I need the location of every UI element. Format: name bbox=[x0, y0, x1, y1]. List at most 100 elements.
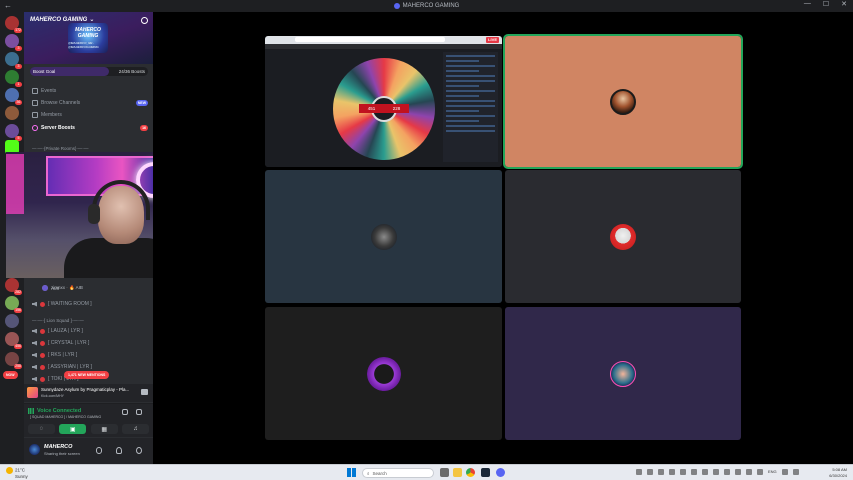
mic-icon[interactable] bbox=[96, 447, 102, 454]
voice-channel-name[interactable]: [ SQUAD MAHERCO ] / MAHERCO GAMING bbox=[30, 415, 101, 419]
weather-widget[interactable]: 21°C Sunny bbox=[6, 467, 28, 480]
tray-icon[interactable] bbox=[735, 469, 741, 475]
tray-icon[interactable] bbox=[702, 469, 708, 475]
channel-label: [ CRYSTAL | LYR ] bbox=[48, 340, 90, 346]
tray-icon[interactable] bbox=[757, 469, 763, 475]
wheel-right-value: 228 bbox=[392, 106, 401, 111]
activities-button[interactable]: ▦ bbox=[90, 424, 118, 434]
menu-server-boosts[interactable]: Server Boosts 16 bbox=[32, 125, 148, 131]
now-pill[interactable]: NOW bbox=[3, 371, 18, 379]
avatar bbox=[610, 360, 636, 387]
taskbar-search[interactable]: ⌕ Search bbox=[362, 468, 434, 478]
unread-badge: 258 bbox=[14, 364, 22, 369]
server-icon[interactable]: 258 bbox=[5, 352, 22, 369]
speaker-icon bbox=[32, 301, 37, 307]
participant-tile[interactable] bbox=[265, 307, 502, 440]
avatar bbox=[42, 285, 48, 291]
menu-browse-channels[interactable]: Browse Channels NEW bbox=[32, 100, 148, 106]
screenshare-button[interactable]: ▣ bbox=[59, 424, 87, 434]
new-mentions-pill[interactable]: 1,471 NEW MENTIONS bbox=[64, 371, 110, 379]
discord-icon[interactable] bbox=[496, 468, 505, 477]
browser-bar: LIVE bbox=[265, 36, 502, 44]
tray-icon[interactable] bbox=[724, 469, 730, 475]
tray-icon[interactable] bbox=[713, 469, 719, 475]
clock[interactable]: 5:08 AM 6/30/2024 bbox=[829, 467, 847, 478]
voice-channel[interactable]: [ ASSYRIAN | LYR ] bbox=[32, 364, 148, 370]
camera-button[interactable]: ◌ bbox=[28, 424, 55, 434]
server-logo: MAHERCO GAMING @MAHERCO_NB · @MAHERCOGAM… bbox=[68, 23, 108, 53]
unread-badge: 172 bbox=[14, 28, 22, 33]
steam-icon[interactable] bbox=[481, 468, 490, 477]
participant-tile[interactable] bbox=[505, 307, 741, 440]
voice-channel[interactable]: [ CRYSTAL | LYR ] bbox=[32, 340, 148, 346]
disconnect-icon[interactable] bbox=[136, 409, 142, 415]
tray-icon[interactable] bbox=[746, 469, 752, 475]
signal-icon[interactable] bbox=[28, 408, 34, 414]
server-icon[interactable]: 5 bbox=[5, 124, 22, 141]
tray-icon[interactable] bbox=[647, 469, 653, 475]
category-private-rooms[interactable]: —·—·{Private Rooms}·—·— bbox=[32, 146, 148, 151]
tray-icon[interactable] bbox=[691, 469, 697, 475]
menu-members[interactable]: Members bbox=[32, 112, 148, 118]
unread-badge: 1 bbox=[15, 82, 22, 87]
headphones-icon[interactable] bbox=[116, 447, 122, 454]
language-indicator[interactable]: ENG bbox=[768, 469, 777, 475]
server-icon[interactable] bbox=[5, 314, 19, 328]
file-explorer-icon[interactable] bbox=[453, 468, 462, 477]
server-banner: MAHERCO GAMING ⌄ MAHERCO GAMING @MAHERCO_… bbox=[24, 12, 153, 64]
minimize-button[interactable]: — bbox=[804, 0, 811, 8]
controller-icon[interactable] bbox=[141, 389, 148, 395]
call-stage: LIVE 451 228 bbox=[153, 12, 853, 464]
menu-events[interactable]: Events bbox=[32, 88, 148, 94]
participant-tile[interactable] bbox=[505, 170, 741, 303]
close-button[interactable]: ✕ bbox=[841, 0, 847, 8]
avatar bbox=[370, 223, 397, 250]
participant-tile-speaking[interactable] bbox=[503, 34, 743, 169]
taskview-icon[interactable] bbox=[440, 468, 449, 477]
server-icon[interactable] bbox=[5, 106, 19, 120]
weather-desc: Sunny bbox=[15, 474, 28, 479]
volume-icon[interactable] bbox=[792, 469, 799, 475]
voice-channel[interactable]: [ LAUZA | LYR ] bbox=[32, 328, 148, 334]
category-lion-squad[interactable]: —·—·[ Lion Squad ]·—·— bbox=[32, 318, 148, 323]
back-arrow-icon[interactable]: ← bbox=[4, 1, 12, 10]
avatar[interactable] bbox=[29, 444, 40, 455]
server-icon[interactable]: 3 bbox=[5, 52, 22, 69]
maximize-button[interactable]: ☐ bbox=[823, 0, 829, 8]
soundboard-button[interactable]: ♫ bbox=[121, 424, 149, 434]
gear-icon[interactable] bbox=[136, 447, 142, 454]
server-icon[interactable]: 456 bbox=[5, 332, 22, 349]
wifi-icon[interactable] bbox=[781, 469, 788, 475]
participant-tile[interactable] bbox=[265, 170, 502, 303]
server-icon[interactable]: 1 bbox=[5, 70, 22, 87]
tray-icon[interactable] bbox=[669, 469, 675, 475]
activity-panel[interactable]: Sunnydaze Asylum by Pragmaticplay - Pla.… bbox=[24, 384, 153, 402]
user-name[interactable]: MAHERCO bbox=[44, 444, 72, 450]
server-icon[interactable]: 36 bbox=[5, 88, 22, 105]
server-icon[interactable]: 282 bbox=[5, 278, 22, 295]
avatar bbox=[366, 356, 401, 391]
server-icon[interactable]: 3 bbox=[5, 34, 22, 51]
search-icon: ⌕ bbox=[367, 470, 370, 476]
tray-icon[interactable] bbox=[636, 469, 642, 475]
voice-user[interactable]: zimnxx · 🔥 AIB bbox=[42, 285, 83, 291]
voice-channel-waiting-room[interactable]: [ WAITING ROOM ] bbox=[32, 301, 148, 307]
activity-subtitle: Kick.com/MHY bbox=[41, 394, 64, 398]
invite-icon[interactable] bbox=[141, 17, 148, 24]
voice-status[interactable]: Voice Connected bbox=[37, 408, 81, 414]
tray-icon[interactable] bbox=[680, 469, 686, 475]
clock-time: 5:08 AM bbox=[832, 467, 847, 472]
windows-start-icon[interactable] bbox=[347, 468, 356, 477]
discord-logo-icon bbox=[393, 3, 400, 9]
server-name-header[interactable]: MAHERCO GAMING ⌄ bbox=[30, 16, 94, 23]
channel-emoji-icon bbox=[40, 328, 45, 334]
screenshare-tile[interactable]: LIVE 451 228 bbox=[265, 36, 502, 167]
tray-icon[interactable] bbox=[658, 469, 664, 475]
noise-suppression-icon[interactable] bbox=[122, 409, 128, 415]
voice-channel[interactable]: [ RKS | LYR ] bbox=[32, 352, 148, 358]
server-icon[interactable]: 156 bbox=[5, 296, 22, 313]
boost-goal-bar[interactable]: Boost Goal 24/36 Boosts bbox=[30, 67, 148, 76]
server-icon[interactable]: 172 bbox=[5, 16, 22, 33]
speaker-icon bbox=[32, 352, 37, 358]
chrome-icon[interactable] bbox=[466, 468, 475, 477]
